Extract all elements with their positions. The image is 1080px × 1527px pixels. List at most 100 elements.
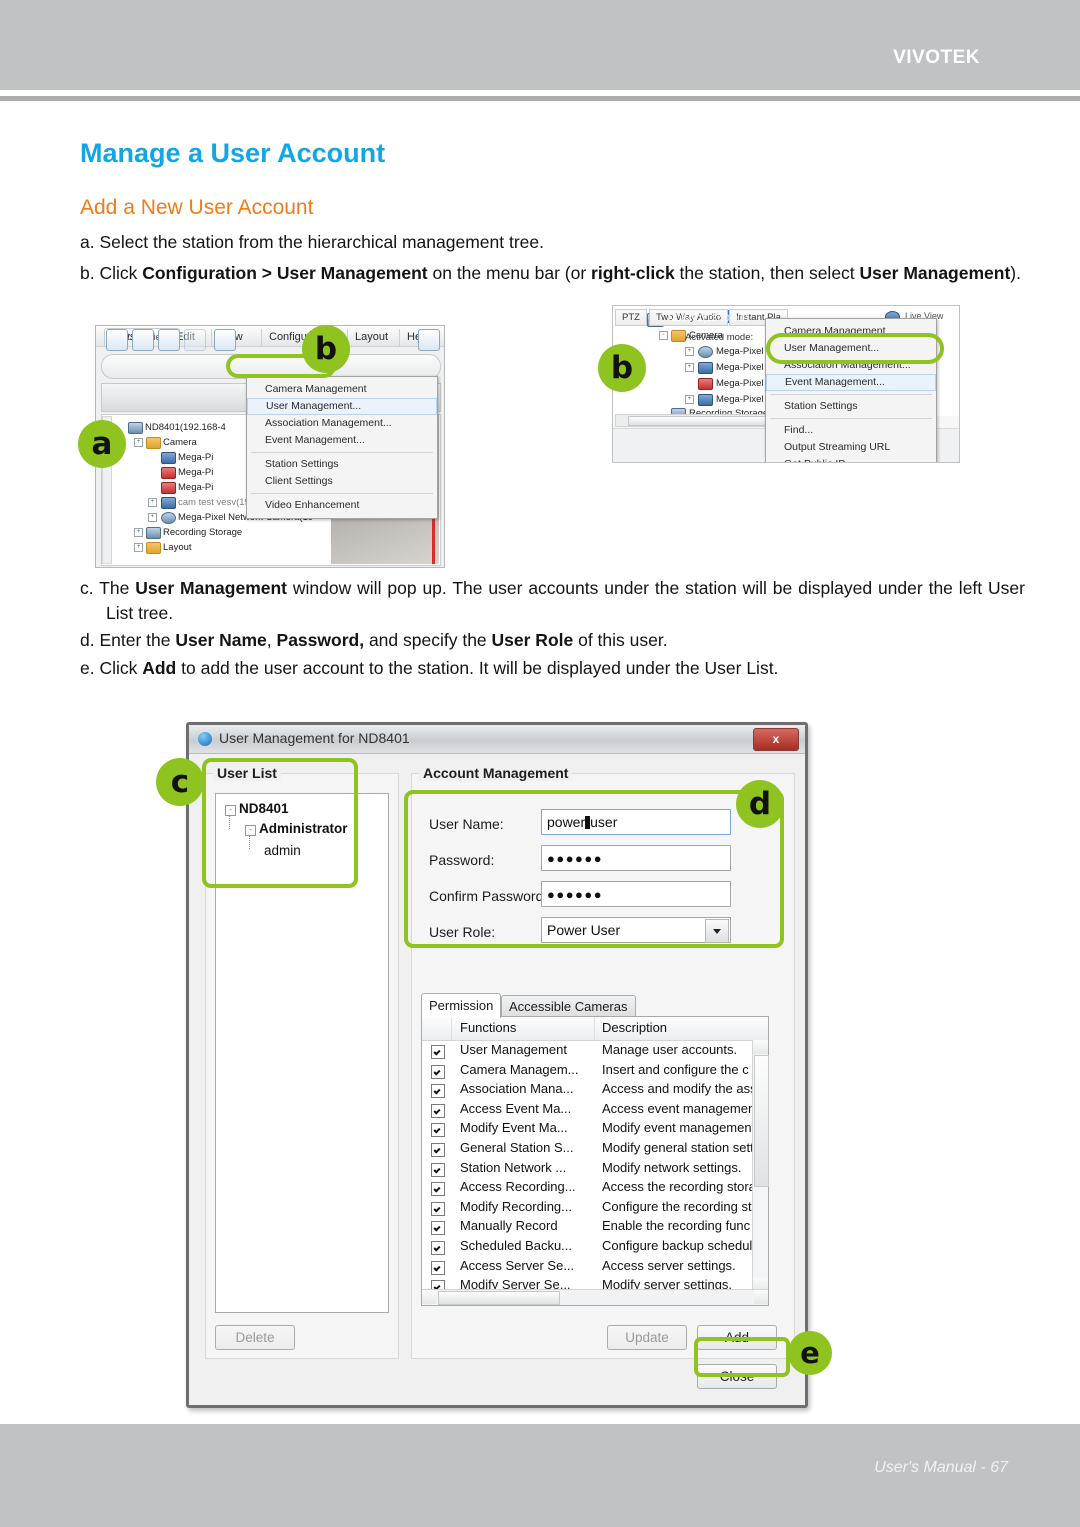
audio-icon[interactable] — [184, 329, 206, 351]
camera-folder-icon — [671, 330, 686, 342]
permission-checkbox[interactable] — [431, 1084, 445, 1099]
scroll-up-icon[interactable] — [753, 1040, 768, 1054]
column-description[interactable]: Description — [602, 1020, 667, 1035]
vscroll-thumb[interactable] — [754, 1055, 769, 1187]
table-row[interactable]: Modify Recording... Configure the recordi… — [422, 1199, 752, 1219]
station-icon — [128, 422, 143, 434]
step-d-part4: of this user. — [573, 630, 668, 650]
permission-checkbox[interactable] — [431, 1045, 445, 1059]
expander-layout-icon[interactable]: + — [134, 543, 143, 552]
menu-separator-2 — [251, 493, 433, 494]
update-button[interactable]: Update — [607, 1325, 687, 1350]
menuitem-station-settings[interactable]: Station Settings — [247, 456, 437, 473]
expander-cam4-icon[interactable]: + — [148, 498, 157, 507]
snapshot-icon[interactable] — [214, 329, 236, 351]
expander-b-cam4-icon[interactable]: + — [685, 395, 694, 404]
table-row[interactable]: Manually Record Enable the recording func — [422, 1218, 752, 1238]
step-e-text: e. Click Add to add the user account to … — [80, 656, 1040, 681]
scroll-right-icon[interactable] — [754, 1290, 768, 1304]
tree-layout[interactable]: Layout — [163, 542, 192, 553]
expander-camera-folder-icon[interactable]: - — [659, 331, 668, 340]
table-row[interactable]: Camera Managem... Insert and configure th… — [422, 1062, 752, 1082]
tree-station[interactable]: ND8401(192.168-4 — [145, 422, 226, 433]
tree-recording-storage[interactable]: Recording Storage — [163, 527, 242, 538]
camera-icon-b2 — [698, 362, 713, 374]
page-header-band — [0, 0, 1080, 90]
step-e-bold-add: Add — [142, 658, 177, 678]
lock-icon[interactable] — [158, 329, 180, 351]
power-icon[interactable] — [106, 329, 128, 351]
table-row[interactable]: Modify Event Ma... Modify event managemen… — [422, 1120, 755, 1140]
expander-camera-icon[interactable]: + — [134, 438, 143, 447]
permission-function: Access Event Ma... — [460, 1100, 572, 1116]
step-b-part4: ). — [1010, 263, 1021, 283]
ctx-find[interactable]: Find... — [766, 422, 936, 439]
permission-checkbox[interactable] — [431, 1260, 445, 1275]
table-row[interactable]: Access Recording... Access the recording … — [422, 1179, 756, 1199]
highlight-user-list — [202, 758, 358, 888]
permission-function: Station Network ... — [460, 1159, 567, 1175]
ctx-get-public-ip[interactable]: Get Public IP — [766, 456, 936, 462]
expander-recording-icon[interactable]: + — [134, 528, 143, 537]
expander-cam5-icon[interactable]: + — [148, 513, 157, 522]
permission-description: Modify general station sett — [602, 1140, 754, 1155]
permission-checkbox[interactable] — [431, 1201, 445, 1216]
permission-checkbox[interactable] — [431, 1241, 445, 1255]
table-row[interactable]: Access Server Se... Access server setting… — [422, 1258, 752, 1278]
permission-horizontal-scrollbar[interactable] — [422, 1289, 768, 1305]
permission-function: General Station S... — [460, 1140, 574, 1155]
permission-vertical-scrollbar[interactable] — [752, 1040, 769, 1292]
permission-checkbox[interactable] — [431, 1162, 445, 1177]
permission-checkbox[interactable] — [431, 1064, 445, 1079]
permission-function: User Management — [460, 1042, 567, 1057]
table-row[interactable]: User Management Manage user accounts. — [422, 1042, 752, 1062]
permission-description: Access server settings. — [602, 1257, 736, 1273]
menuitem-client-settings[interactable]: Client Settings — [247, 473, 437, 490]
table-row[interactable]: Access Event Ma... Access event managemen — [422, 1100, 755, 1121]
tree-cam-3[interactable]: Mega-Pi — [178, 482, 213, 493]
tree-cam-1[interactable]: Mega-Pi — [178, 452, 213, 463]
tab-accessible-cameras[interactable]: Accessible Cameras — [501, 995, 636, 1017]
table-row[interactable]: General Station S... Modify general stati… — [422, 1140, 754, 1160]
screen-icon[interactable] — [132, 329, 154, 351]
table-row[interactable]: Association Mana... Access and modify the… — [422, 1081, 757, 1101]
close-icon[interactable]: x — [753, 728, 799, 751]
tree-camera-folder[interactable]: Camera — [163, 437, 197, 448]
expander-b-cam1-icon[interactable]: + — [685, 347, 694, 356]
recording-storage-icon — [146, 527, 161, 539]
permission-checkbox[interactable] — [431, 1221, 445, 1236]
column-functions[interactable]: Functions — [460, 1020, 516, 1035]
menuitem-user-management[interactable]: User Management... — [247, 398, 437, 415]
station-label[interactable]: ND8401(127.0.0.1) — [668, 313, 749, 324]
camera-icon-b4 — [698, 394, 713, 406]
menuitem-camera-management[interactable]: Camera Management — [247, 381, 437, 398]
step-b-bold-rightclick: right-click — [591, 263, 675, 283]
scroll-left-icon[interactable] — [422, 1290, 436, 1304]
ctx-station-settings[interactable]: Station Settings — [766, 398, 936, 415]
tree-cam-2[interactable]: Mega-Pi — [178, 467, 213, 478]
permission-function: Modify Recording... — [460, 1198, 572, 1214]
menuitem-association-management[interactable]: Association Management... — [247, 415, 437, 432]
hscroll-thumb[interactable] — [438, 1291, 560, 1305]
permission-checkbox[interactable] — [431, 1103, 445, 1118]
header-sep-2 — [594, 1017, 595, 1040]
permission-checkbox[interactable] — [431, 1123, 445, 1138]
step-d-bold-userrole: User Role — [491, 630, 574, 650]
ctx-event-management[interactable]: Event Management... — [766, 374, 936, 391]
menu-layout[interactable]: Layout — [347, 329, 395, 346]
highlight-user-management-item — [766, 333, 944, 364]
ctx-separator-1 — [770, 394, 932, 395]
ctx-output-streaming-url[interactable]: Output Streaming URL — [766, 439, 936, 456]
extra-icon[interactable] — [418, 329, 440, 351]
table-row[interactable]: Station Network ... Modify network settin… — [422, 1160, 752, 1180]
table-row[interactable]: Scheduled Backu... Configure backup sched… — [422, 1238, 760, 1258]
permission-checkbox[interactable] — [431, 1182, 445, 1197]
permission-checkbox[interactable] — [431, 1143, 445, 1157]
menuitem-event-management[interactable]: Event Management... — [247, 432, 437, 449]
expander-b-cam2-icon[interactable]: + — [685, 363, 694, 372]
menuitem-video-enhancement[interactable]: Video Enhancement — [247, 497, 437, 514]
delete-button[interactable]: Delete — [215, 1325, 295, 1350]
tab-permission[interactable]: Permission — [421, 993, 502, 1018]
permission-function: Scheduled Backu... — [460, 1238, 573, 1253]
tab-ptz[interactable]: PTZ — [615, 309, 647, 326]
